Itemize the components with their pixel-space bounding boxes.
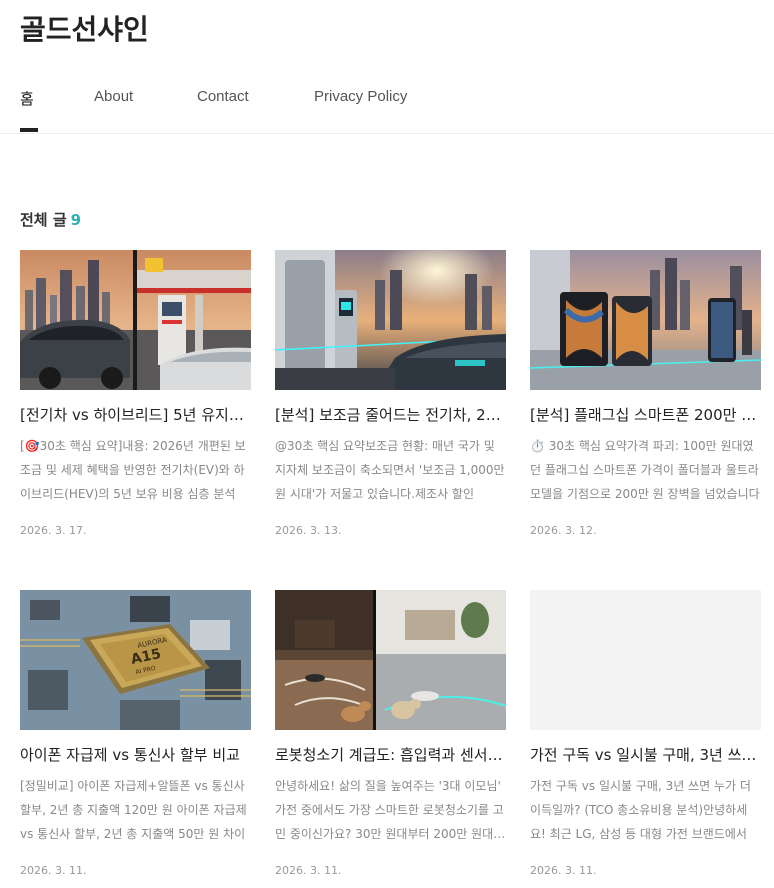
- foldable-phone-image[interactable]: [530, 250, 761, 390]
- post-excerpt: 가전 구독 vs 일시불 구매, 3년 쓰면 누가 더 이득일까? (TCO 총…: [530, 779, 751, 841]
- post-date: 2026. 3. 17.: [20, 524, 87, 537]
- post-date: 2026. 3. 12.: [530, 524, 597, 537]
- post-excerpt: [정밀비교] 아이폰 자급제+알뜰폰 vs 통신사 할부, 2년 총 지출액 1…: [20, 779, 247, 841]
- nav-privacy-policy[interactable]: Privacy Policy: [314, 88, 407, 105]
- post-title[interactable]: [전기차 vs 하이브리드] 5년 유지비 비교: [20, 405, 251, 425]
- ev-charging-image[interactable]: [275, 250, 506, 390]
- post-excerpt: ⏱️ 30초 핵심 요약가격 파괴: 100만 원대였던 플래그십 스마트폰 가…: [530, 439, 760, 501]
- post-count-badge: 9: [70, 211, 82, 229]
- post-card[interactable]: [분석] 플래그십 스마트폰 200만 원 시대 ⏱️ 30초 핵심 요약가격 …: [530, 250, 761, 537]
- chip-image[interactable]: AURORA A15 AI PRO: [20, 590, 251, 730]
- post-title[interactable]: [분석] 플래그십 스마트폰 200만 원 시대: [530, 405, 761, 425]
- blank-image[interactable]: [530, 590, 761, 730]
- main-nav: 홈 About Contact Privacy Policy: [0, 86, 774, 134]
- nav-about[interactable]: About: [94, 88, 133, 105]
- post-card[interactable]: 로봇청소기 계급도: 흡입력과 센서 비교 안녕하세요! 삶의 질을 높여주는 …: [275, 590, 506, 877]
- post-card[interactable]: [전기차 vs 하이브리드] 5년 유지비 비교 [🎯30초 핵심 요약]내용:…: [20, 250, 251, 537]
- section-heading: 전체 글9: [20, 209, 81, 230]
- post-excerpt: [🎯30초 핵심 요약]내용: 2026년 개편된 보조금 및 세제 혜택을 반…: [20, 439, 246, 501]
- post-date: 2026. 3. 11.: [20, 864, 87, 877]
- post-card[interactable]: AURORA A15 AI PRO 아이폰 자급제 vs 통신사 할부 비교 […: [20, 590, 251, 877]
- post-date: 2026. 3. 11.: [275, 864, 342, 877]
- post-date: 2026. 3. 11.: [530, 864, 597, 877]
- post-card[interactable]: 가전 구독 vs 일시불 구매, 3년 쓰면 누가 이득? 가전 구독 vs 일…: [530, 590, 761, 877]
- ev-gas-station-image[interactable]: [20, 250, 251, 390]
- post-title[interactable]: 로봇청소기 계급도: 흡입력과 센서 비교: [275, 745, 506, 765]
- nav-contact[interactable]: Contact: [197, 88, 249, 105]
- post-excerpt: @30초 핵심 요약보조금 현황: 매년 국가 및 지자체 보조금이 축소되면서…: [275, 439, 505, 501]
- nav-home[interactable]: 홈: [20, 88, 34, 109]
- post-card[interactable]: [분석] 보조금 줄어드는 전기차, 2026년 구매 전략 @30초 핵심 요…: [275, 250, 506, 537]
- post-excerpt: 안녕하세요! 삶의 질을 높여주는 '3대 이모님' 가전 중에서도 가장 스마…: [275, 779, 505, 841]
- site-title[interactable]: 골드선샤인: [20, 8, 149, 48]
- robot-vacuum-image[interactable]: [275, 590, 506, 730]
- nav-active-indicator: [20, 128, 38, 132]
- post-date: 2026. 3. 13.: [275, 524, 342, 537]
- post-title[interactable]: 가전 구독 vs 일시불 구매, 3년 쓰면 누가 이득?: [530, 745, 761, 765]
- section-label: 전체 글: [20, 211, 67, 229]
- post-title[interactable]: [분석] 보조금 줄어드는 전기차, 2026년 구매 전략: [275, 405, 506, 425]
- post-title[interactable]: 아이폰 자급제 vs 통신사 할부 비교: [20, 745, 251, 765]
